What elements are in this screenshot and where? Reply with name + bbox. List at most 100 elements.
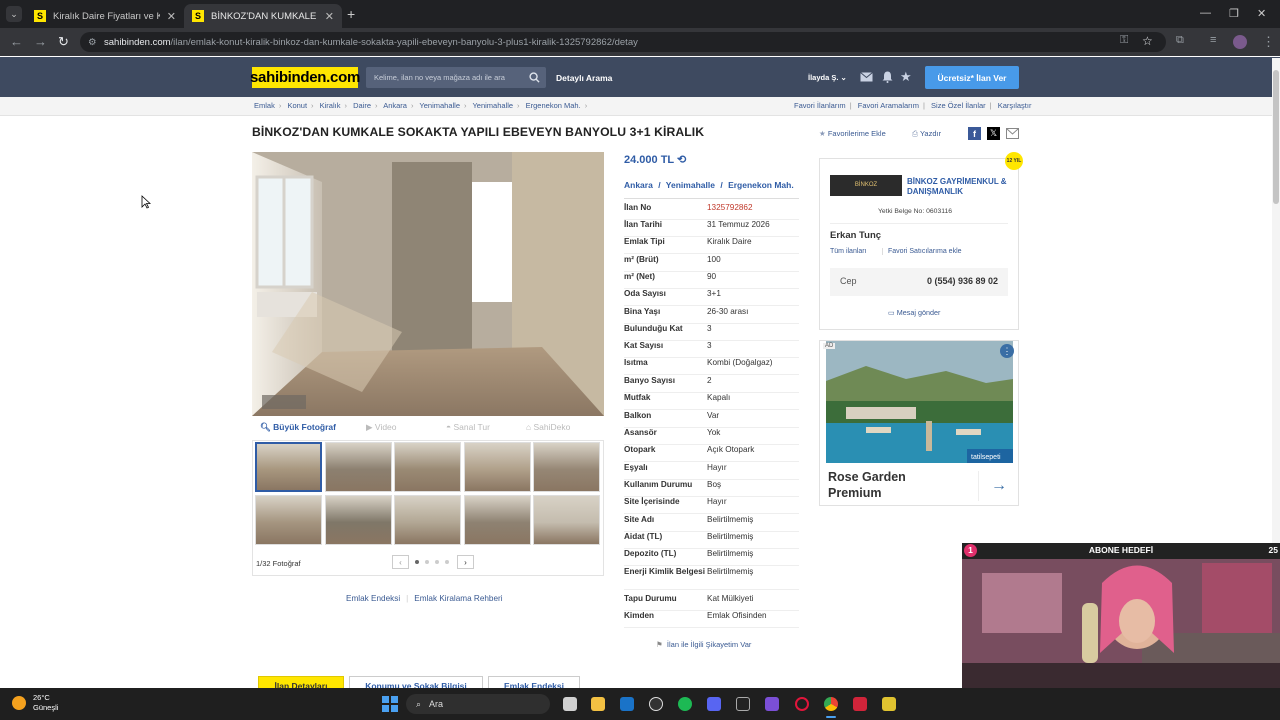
reading-list-icon[interactable]: ≡ bbox=[1210, 34, 1216, 46]
scrollbar-thumb[interactable] bbox=[1273, 70, 1279, 204]
prev-photos-button[interactable]: ‹ bbox=[392, 555, 409, 569]
store-logo[interactable]: BİNKOZ bbox=[830, 175, 902, 196]
minimize-icon[interactable]: — bbox=[1200, 7, 1211, 19]
breadcrumb-item[interactable]: Emlak bbox=[254, 101, 275, 110]
breadcrumb-item[interactable]: Daire bbox=[353, 101, 371, 110]
report-listing-link[interactable]: ⚑ İlan ile İlgili Şikayetim Var bbox=[656, 640, 751, 649]
back-icon[interactable]: ← bbox=[10, 34, 23, 49]
location-neighborhood-link[interactable]: Ergenekon Mah. bbox=[728, 180, 794, 190]
photo-thumbnail[interactable] bbox=[394, 495, 461, 545]
location-city-link[interactable]: Ankara bbox=[624, 180, 653, 190]
task-view-icon[interactable] bbox=[563, 697, 577, 711]
messages-icon[interactable] bbox=[860, 72, 873, 82]
carousel-dot[interactable] bbox=[415, 560, 419, 564]
post-free-ad-button[interactable]: Ücretsiz* İlan Ver bbox=[925, 66, 1019, 89]
print-link[interactable]: ⎙ Yazdır bbox=[912, 129, 941, 139]
detailed-search-link[interactable]: Detaylı Arama bbox=[556, 73, 612, 83]
photo-thumbnail[interactable] bbox=[324, 495, 392, 545]
photo-thumbnail[interactable] bbox=[255, 442, 322, 492]
favorite-seller-link[interactable]: Favori Satıcılarıma ekle bbox=[882, 248, 962, 255]
site-info-icon[interactable]: ⚙ bbox=[88, 37, 97, 48]
price-history-icon[interactable]: ⟲ bbox=[677, 154, 686, 166]
breadcrumb-item[interactable]: Ankara bbox=[383, 101, 407, 110]
file-explorer-icon[interactable] bbox=[591, 697, 605, 711]
photo-thumbnail[interactable] bbox=[394, 442, 461, 492]
email-share-icon[interactable] bbox=[1006, 128, 1019, 139]
photo-thumbnail[interactable] bbox=[463, 495, 531, 545]
large-photo-tab[interactable]: 🔍︎ Büyük Fotoğraf bbox=[260, 422, 336, 433]
special-listings-link[interactable]: Size Özel İlanlar bbox=[931, 101, 986, 110]
notifications-bell-icon[interactable] bbox=[882, 71, 893, 83]
tab-list-button[interactable]: ⌄ bbox=[6, 6, 22, 22]
weather-widget[interactable]: 26°C Güneşli bbox=[33, 693, 58, 713]
user-menu[interactable]: İlayda Ş. ⌄ bbox=[808, 73, 847, 82]
favorites-star-icon[interactable]: ★ bbox=[900, 69, 912, 85]
ad-arrow-icon[interactable]: → bbox=[978, 471, 1007, 501]
game-app-icon[interactable] bbox=[853, 697, 867, 711]
close-window-icon[interactable]: ✕ bbox=[1257, 7, 1266, 20]
favorite-listings-link[interactable]: Favori İlanlarım bbox=[794, 101, 846, 110]
address-bar[interactable]: ⚙ sahibinden.com/ilan/emlak-konut-kirali… bbox=[80, 32, 1166, 52]
photo-thumbnail[interactable] bbox=[324, 442, 392, 492]
outlook-icon[interactable] bbox=[620, 697, 634, 711]
ad-options-icon[interactable]: ⋮ bbox=[1000, 344, 1014, 358]
carousel-dot[interactable] bbox=[425, 560, 429, 564]
virtual-tour-tab[interactable]: ◓ Sanal Tur bbox=[446, 422, 490, 432]
next-photos-button[interactable]: › bbox=[457, 555, 474, 569]
rental-guide-link[interactable]: Emlak Kiralama Rehberi bbox=[414, 594, 502, 603]
browser-menu-icon[interactable]: ⋮ bbox=[1262, 34, 1275, 50]
x-share-icon[interactable]: 𝕏 bbox=[987, 127, 1000, 140]
extensions-icon[interactable]: ⧉ bbox=[1176, 34, 1184, 47]
all-ads-link[interactable]: Tüm ilanları bbox=[830, 248, 867, 255]
breadcrumb-item[interactable]: Kiralık bbox=[320, 101, 341, 110]
send-message-link[interactable]: ▭ Mesaj gönder bbox=[888, 308, 940, 317]
emlak-endeksi-link[interactable]: Emlak Endeksi bbox=[346, 594, 400, 603]
spotify-icon[interactable] bbox=[678, 697, 692, 711]
bookmark-star-icon[interactable]: ☆ bbox=[1142, 34, 1153, 48]
photo-thumbnail[interactable] bbox=[255, 495, 322, 545]
sahibinden-logo[interactable]: sahibinden.com bbox=[250, 67, 360, 88]
discord-icon[interactable] bbox=[707, 697, 721, 711]
main-listing-photo[interactable] bbox=[252, 152, 604, 416]
app-icon[interactable] bbox=[736, 697, 750, 711]
taskbar-search[interactable]: ⌕ Ara bbox=[406, 694, 550, 714]
breadcrumb-item[interactable]: Ergenekon Mah. bbox=[526, 101, 581, 110]
forward-icon[interactable]: → bbox=[34, 34, 47, 49]
reload-icon[interactable]: ↻ bbox=[58, 34, 69, 50]
phone-box[interactable]: Cep 0 (554) 936 89 02 bbox=[830, 268, 1008, 296]
sahideko-tab[interactable]: ⌂ SahiDeko bbox=[526, 422, 570, 432]
browser-tab-1[interactable]: S Kiralık Daire Fiyatları ve Kiralık E ✕ bbox=[26, 4, 184, 28]
favorite-searches-link[interactable]: Favori Aramalarım bbox=[858, 101, 919, 110]
opera-icon[interactable] bbox=[795, 697, 809, 711]
carousel-dot[interactable] bbox=[435, 560, 439, 564]
profile-avatar[interactable] bbox=[1233, 35, 1247, 49]
chrome-icon[interactable] bbox=[824, 697, 838, 711]
advertisement-card[interactable]: tatilsepeti AD ⋮ Rose Garden Premium → bbox=[819, 340, 1019, 506]
add-to-favorites-link[interactable]: ★ Favorilerime Ekle bbox=[819, 129, 886, 138]
location-district-link[interactable]: Yenimahalle bbox=[666, 180, 715, 190]
ad-title[interactable]: Rose Garden Premium bbox=[828, 469, 938, 501]
photo-thumbnail[interactable] bbox=[463, 442, 531, 492]
new-tab-button[interactable]: + bbox=[347, 6, 355, 22]
maximize-icon[interactable]: ❐ bbox=[1229, 7, 1239, 20]
weather-sun-icon[interactable] bbox=[12, 696, 26, 710]
grid-app-icon[interactable] bbox=[765, 697, 779, 711]
search-input[interactable]: Kelime, ilan no veya mağaza adı ile ara bbox=[366, 67, 546, 88]
breadcrumb-item[interactable]: Yenimahalle bbox=[419, 101, 460, 110]
carousel-dot[interactable] bbox=[445, 560, 449, 564]
photo-thumbnail[interactable] bbox=[533, 495, 600, 545]
search-icon[interactable] bbox=[529, 72, 540, 83]
close-tab-icon[interactable]: ✕ bbox=[167, 10, 176, 23]
facebook-share-icon[interactable]: f bbox=[968, 127, 981, 140]
obs-icon[interactable] bbox=[649, 697, 663, 711]
breadcrumb-item[interactable]: Konut bbox=[287, 101, 307, 110]
start-button[interactable] bbox=[382, 696, 398, 712]
browser-tab-2-active[interactable]: S BİNKOZ'DAN KUMKALE SOKAK ✕ bbox=[184, 4, 342, 28]
seller-company-link[interactable]: BİNKOZ GAYRİMENKUL & DANIŞMANLIK bbox=[907, 177, 1011, 197]
compare-link[interactable]: Karşılaştır bbox=[998, 101, 1032, 110]
utility-app-icon[interactable] bbox=[882, 697, 896, 711]
breadcrumb-item[interactable]: Yenimahalle bbox=[472, 101, 513, 110]
video-tab[interactable]: ▶ Video bbox=[366, 422, 397, 433]
close-tab-icon[interactable]: ✕ bbox=[325, 10, 334, 23]
photo-thumbnail[interactable] bbox=[533, 442, 600, 492]
